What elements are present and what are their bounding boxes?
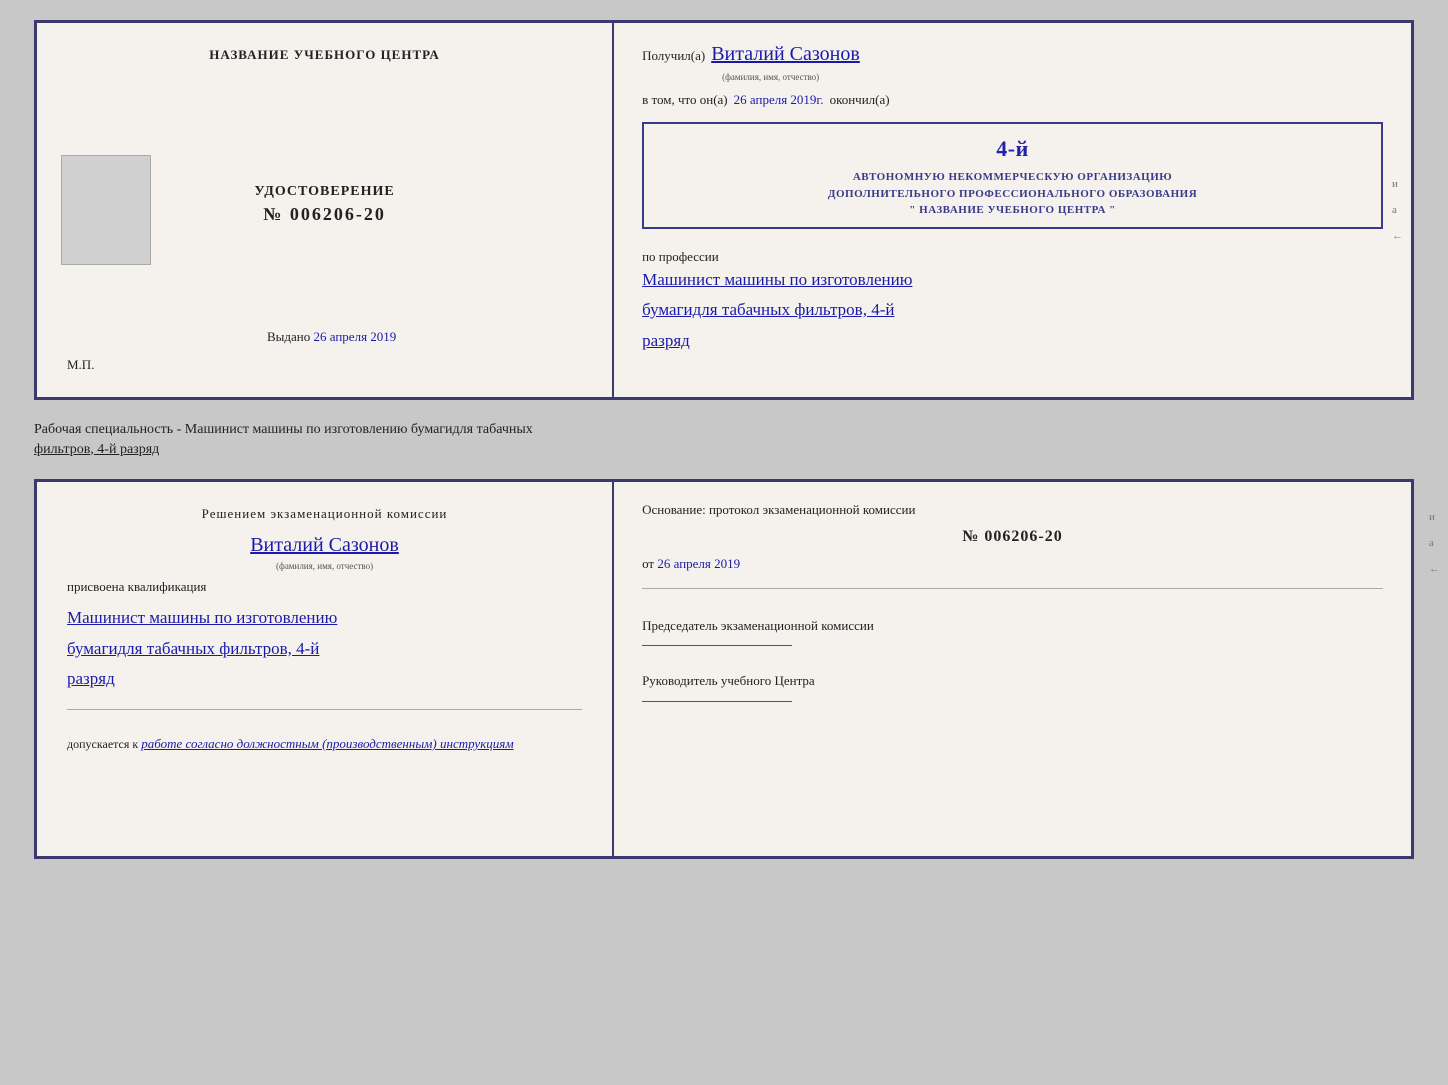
stamp-number: 4-й [656,132,1369,165]
profession-block: по профессии Машинист машины по изготовл… [642,249,1383,357]
rukovoditel-label: Руководитель учебного Центра [642,672,1383,690]
photo-placeholder [61,155,151,265]
side-marks-bottom: и а ← [1429,511,1440,575]
udostoverenie-number: № 006206-20 [254,204,394,225]
stamp-box: 4-й АВТОНОМНУЮ НЕКОММЕРЧЕСКУЮ ОРГАНИЗАЦИ… [642,122,1383,229]
side-mark-b2: а [1429,537,1440,549]
top-document: НАЗВАНИЕ УЧЕБНОГО ЦЕНТРА УДОСТОВЕРЕНИЕ №… [34,20,1414,400]
profession-line1: Машинист машины по изготовлению [642,265,1383,296]
recipient-line: Получил(а) Виталий Сазонов (фамилия, имя… [642,43,1383,82]
fio-label-top: (фамилия, имя, отчество) [722,72,1383,82]
dopuskaetsya-block: допускается к работе согласно должностны… [67,736,582,752]
separator-line1: Рабочая специальность - Машинист машины … [34,422,533,437]
rukovoditel-block: Руководитель учебного Центра [642,672,1383,705]
profession-line2: бумагидля табачных фильтров, 4-й [642,295,1383,326]
vydano-date: 26 апреля 2019 [314,329,397,344]
stamp-line1: АВТОНОМНУЮ НЕКОММЕРЧЕСКУЮ ОРГАНИЗАЦИЮ [656,169,1369,186]
bottom-qual-line1: Машинист машины по изготовлению [67,603,582,634]
center-title-top: НАЗВАНИЕ УЧЕБНОГО ЦЕНТРА [209,47,440,63]
side-mark-b1: и [1429,511,1440,523]
v-tom-prefix: в том, что он(а) [642,92,728,108]
side-mark-2: а [1392,204,1403,216]
ot-prefix: от [642,556,654,571]
stamp-line2: ДОПОЛНИТЕЛЬНОГО ПРОФЕССИОНАЛЬНОГО ОБРАЗО… [656,186,1369,203]
po-professii: по профессии [642,249,1383,265]
bottom-name: Виталий Сазонов [67,534,582,557]
decision-title: Решением экзаменационной комиссии [67,506,582,522]
v-tom-line: в том, что он(а) 26 апреля 2019г. окончи… [642,92,1383,108]
stamp-line3: " НАЗВАНИЕ УЧЕБНОГО ЦЕНТРА " [656,202,1369,219]
separator-text: Рабочая специальность - Машинист машины … [34,416,1414,463]
separator-line2: фильтров, 4-й разряд [34,442,159,457]
side-mark-b3: ← [1429,563,1440,575]
okonchil-label: окончил(а) [830,92,890,108]
protocol-number: № 006206-20 [642,528,1383,546]
ot-line: от 26 апреля 2019 [642,556,1383,572]
profession-line3: разряд [642,326,1383,357]
vydano-line: Выдано 26 апреля 2019 [167,329,582,345]
predsedatel-block: Председатель экзаменационной комиссии [642,617,1383,650]
top-left-panel: НАЗВАНИЕ УЧЕБНОГО ЦЕНТРА УДОСТОВЕРЕНИЕ №… [37,23,614,397]
udostoverenie-block: УДОСТОВЕРЕНИЕ № 006206-20 [254,184,394,225]
ot-date: 26 апреля 2019 [657,556,740,571]
recipient-name: Виталий Сазонов [711,43,860,66]
predsedatel-label: Председатель экзаменационной комиссии [642,617,1383,635]
udostoverenie-label: УДОСТОВЕРЕНИЕ [254,184,394,200]
bottom-left-panel: Решением экзаменационной комиссии Витали… [37,482,614,856]
dopuskaetsya-label: допускается к [67,737,138,751]
bottom-qualification-block: Машинист машины по изготовлению бумагидл… [67,603,582,695]
side-mark-1: и [1392,178,1403,190]
rukovoditel-signature-line [642,701,792,702]
divider-right1 [642,588,1383,589]
side-marks-top: и а ← [1392,178,1403,242]
osnovanie-label: Основание: протокол экзаменационной коми… [642,502,1383,518]
top-right-panel: Получил(а) Виталий Сазонов (фамилия, имя… [614,23,1411,397]
bottom-qual-line3: разряд [67,664,582,695]
dopuskaetsya-value: работе согласно должностным (производств… [141,736,513,751]
bottom-right-panel: Основание: протокол экзаменационной коми… [614,482,1411,856]
completion-date: 26 апреля 2019г. [734,92,824,108]
bottom-qual-line2: бумагидля табачных фильтров, 4-й [67,634,582,665]
divider1 [67,709,582,710]
predsedatel-signature-line [642,645,792,646]
bottom-name-block: Виталий Сазонов (фамилия, имя, отчество) [67,530,582,571]
prisvoena-label: присвоена квалификация [67,579,582,595]
bottom-fio-label: (фамилия, имя, отчество) [67,561,582,571]
mp-label: М.П. [67,357,94,373]
side-mark-3: ← [1392,230,1403,242]
poluchil-prefix: Получил(а) [642,48,705,64]
bottom-document: Решением экзаменационной комиссии Витали… [34,479,1414,859]
vydano-label: Выдано [267,329,310,344]
